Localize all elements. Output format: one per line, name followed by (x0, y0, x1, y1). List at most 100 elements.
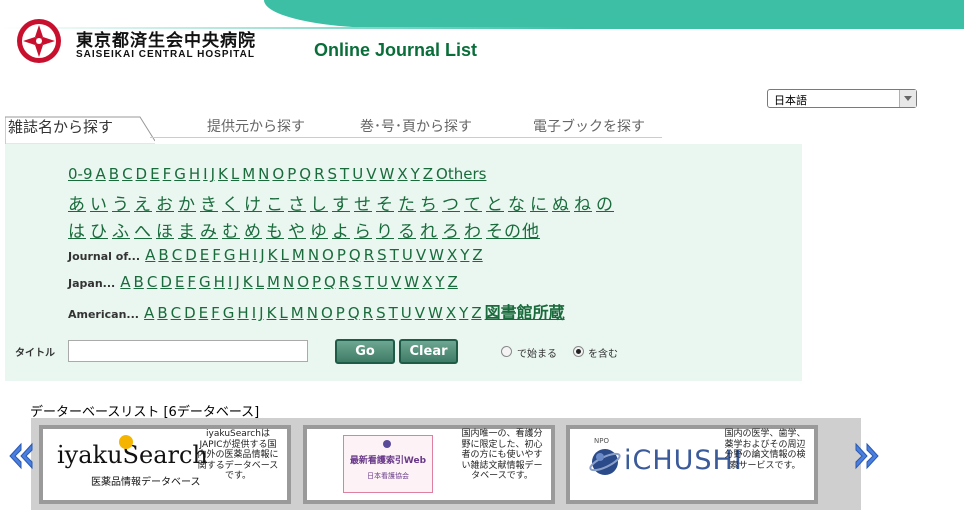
hospital-logo[interactable]: 東京都済生会中央病院 SAISEIKAI CENTRAL HOSPITAL (16, 18, 266, 64)
japan-letter-link[interactable]: H (214, 273, 225, 291)
index-kana-link[interactable]: ら (354, 222, 372, 242)
journal-of-letter-link[interactable]: D (185, 246, 197, 264)
index-kana-link[interactable]: さ (288, 195, 306, 215)
index-kana-link[interactable]: み (200, 222, 218, 242)
index-kana-link[interactable]: わ (464, 222, 482, 242)
american-letter-link[interactable]: L (279, 304, 287, 322)
index-letter-link[interactable]: G (174, 165, 186, 183)
index-kana-link[interactable]: む (222, 222, 240, 242)
journal-of-letter-link[interactable]: V (416, 246, 426, 264)
index-kana-link[interactable]: せ (354, 195, 372, 215)
journal-of-letter-link[interactable]: C (172, 246, 182, 264)
index-kana-link[interactable]: その他 (486, 222, 540, 242)
index-kana-link[interactable]: と (486, 195, 504, 215)
index-letter-link[interactable]: M (242, 165, 255, 183)
japan-letter-link[interactable]: Q (324, 273, 336, 291)
index-letter-link[interactable]: U (352, 165, 363, 183)
index-letter-link[interactable]: A (96, 165, 106, 183)
journal-of-letter-link[interactable]: F (212, 246, 221, 264)
journal-of-letter-link[interactable]: J (260, 246, 264, 264)
index-kana-link[interactable]: つ (442, 195, 460, 215)
index-kana-link[interactable]: り (376, 222, 394, 242)
american-letter-link[interactable]: E (199, 304, 208, 322)
journal-of-letter-link[interactable]: S (377, 246, 387, 264)
index-kana-link[interactable]: き (200, 195, 218, 215)
journal-of-letter-link[interactable]: B (158, 246, 168, 264)
japan-letter-link[interactable]: V (391, 273, 401, 291)
journal-of-letter-link[interactable]: Y (460, 246, 469, 264)
database-card-ichushi[interactable]: NPO iCHUSHI 国内の医学、歯学、薬学およびその周辺分野の論文情報の検索… (566, 425, 818, 504)
index-kana-link[interactable]: く (222, 195, 240, 215)
index-letter-link[interactable]: 0-9 (68, 165, 93, 183)
japan-letter-link[interactable]: A (120, 273, 130, 291)
index-kana-link[interactable]: け (244, 195, 262, 215)
american-letter-link[interactable]: I (252, 304, 256, 322)
journal-of-letter-link[interactable]: W (429, 246, 444, 264)
american-letter-link[interactable]: Q (348, 304, 360, 322)
american-letter-link[interactable]: R (363, 304, 373, 322)
index-kana-link[interactable]: ね (574, 195, 592, 215)
index-letter-link[interactable]: Z (423, 165, 433, 183)
american-letter-link[interactable]: K (267, 304, 277, 322)
tab-journal-title[interactable]: 雑誌名から探す (5, 113, 155, 145)
index-kana-link[interactable]: い (90, 195, 108, 215)
index-kana-link[interactable]: そ (376, 195, 394, 215)
index-kana-link[interactable]: は (68, 222, 86, 242)
american-letter-link[interactable]: B (157, 304, 167, 322)
index-kana-link[interactable]: め (244, 222, 262, 242)
index-letter-link[interactable]: N (258, 165, 269, 183)
japan-letter-link[interactable]: W (404, 273, 419, 291)
american-letter-link[interactable]: T (389, 304, 398, 322)
index-letter-link[interactable]: E (150, 165, 159, 183)
clear-button[interactable]: Clear (399, 339, 458, 364)
japan-letter-link[interactable]: T (365, 273, 374, 291)
japan-letter-link[interactable]: L (256, 273, 264, 291)
index-kana-link[interactable]: の (596, 195, 614, 215)
index-letter-link[interactable]: Y (411, 165, 420, 183)
radio-starts-with[interactable] (501, 346, 512, 357)
journal-of-letter-link[interactable]: M (292, 246, 305, 264)
index-kana-link[interactable]: よ (332, 222, 350, 242)
american-letter-link[interactable]: O (321, 304, 333, 322)
tab-provider[interactable]: 提供元から探す (207, 116, 305, 136)
index-kana-link[interactable]: ぬ (552, 195, 570, 215)
american-letter-link[interactable]: X (446, 304, 456, 322)
journal-of-letter-link[interactable]: E (200, 246, 209, 264)
index-letter-link[interactable]: Others (436, 165, 486, 183)
journal-of-letter-link[interactable]: P (337, 246, 346, 264)
american-letter-link[interactable]: V (415, 304, 425, 322)
index-kana-link[interactable]: こ (266, 195, 284, 215)
japan-letter-link[interactable]: E (175, 273, 184, 291)
journal-of-letter-link[interactable]: I (253, 246, 257, 264)
index-kana-link[interactable]: ろ (442, 222, 460, 242)
index-kana-link[interactable]: て (464, 195, 482, 215)
american-letter-link[interactable]: M (291, 304, 304, 322)
american-letter-link[interactable]: F (211, 304, 220, 322)
index-kana-link[interactable]: す (332, 195, 350, 215)
index-letter-link[interactable]: K (218, 165, 228, 183)
index-kana-link[interactable]: れ (420, 222, 438, 242)
index-letter-link[interactable]: X (397, 165, 407, 183)
japan-letter-link[interactable]: X (422, 273, 432, 291)
journal-of-letter-link[interactable]: K (268, 246, 278, 264)
index-kana-link[interactable]: た (398, 195, 416, 215)
american-letter-link[interactable]: D (184, 304, 196, 322)
journal-of-letter-link[interactable]: U (402, 246, 413, 264)
database-card-iyakusearch[interactable]: iyakuSearch 医薬品情報データベース iyakuSearchはJAPI… (39, 425, 291, 504)
american-letter-link[interactable]: Z (471, 304, 481, 322)
index-letter-link[interactable]: F (163, 165, 172, 183)
journal-of-letter-link[interactable]: N (308, 246, 319, 264)
japan-letter-link[interactable]: K (243, 273, 253, 291)
journal-of-letter-link[interactable]: O (322, 246, 334, 264)
index-letter-link[interactable]: S (328, 165, 338, 183)
index-letter-link[interactable]: L (231, 165, 239, 183)
journal-of-letter-link[interactable]: X (447, 246, 457, 264)
index-letter-link[interactable]: V (366, 165, 376, 183)
index-letter-link[interactable]: D (136, 165, 148, 183)
index-letter-link[interactable]: T (340, 165, 349, 183)
japan-letter-link[interactable]: D (160, 273, 172, 291)
japan-letter-link[interactable]: I (228, 273, 232, 291)
carousel-next-icon[interactable] (854, 442, 880, 470)
japan-letter-link[interactable]: Z (448, 273, 458, 291)
index-letter-link[interactable]: J (211, 165, 215, 183)
